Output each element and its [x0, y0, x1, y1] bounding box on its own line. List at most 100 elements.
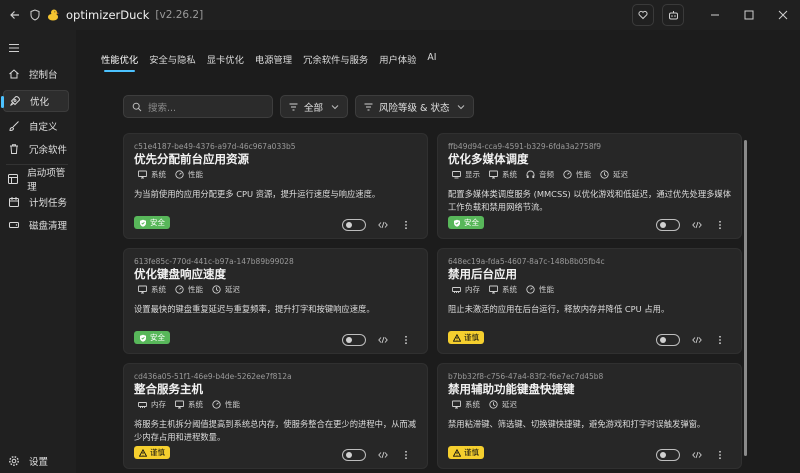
duck-logo-icon: [44, 4, 62, 26]
tab-user-experience[interactable]: 用户体验: [379, 52, 416, 72]
clock-icon: [212, 285, 221, 294]
sidebar-item-optimize[interactable]: 优化: [1, 90, 69, 112]
close-button[interactable]: [766, 0, 800, 30]
card-id: ffb49d94-cca9-4591-b329-6fda3a2758f9: [448, 142, 602, 151]
sidebar-item-scheduled-tasks[interactable]: 计划任务: [3, 191, 69, 213]
card-id: b7bb32f8-c756-47a4-83f2-f6e7ec7d45b8: [448, 372, 604, 381]
search-input[interactable]: 搜索...: [123, 95, 273, 118]
view-code-button[interactable]: [376, 219, 390, 231]
enable-toggle[interactable]: [342, 449, 366, 461]
chevron-down-icon: [457, 104, 465, 110]
enable-toggle[interactable]: [342, 334, 366, 346]
sidebar-item-label: 自定义: [29, 122, 58, 133]
tag: 性能: [212, 399, 240, 410]
card-title: 优化多媒体调度: [448, 152, 529, 166]
enable-toggle[interactable]: [342, 219, 366, 231]
minimize-button[interactable]: [698, 0, 732, 30]
back-button[interactable]: [4, 4, 26, 26]
view-code-button[interactable]: [376, 334, 390, 346]
app-title: optimizerDuck: [66, 8, 150, 22]
code-icon: [692, 451, 702, 459]
tab-performance[interactable]: 性能优化: [101, 52, 138, 72]
more-options-button[interactable]: [399, 219, 413, 231]
filter-icon: [364, 103, 373, 111]
card-description: 设置最快的键盘重复延迟与重复频率，提升打字和按键响应速度。: [134, 304, 375, 314]
favorite-button[interactable]: [632, 4, 654, 26]
display-icon: [452, 170, 461, 179]
risk-status-dropdown[interactable]: 风险等级 & 状态: [355, 95, 475, 118]
gauge-icon: [212, 400, 221, 409]
code-icon: [692, 221, 702, 229]
risk-badge-label: 安全: [150, 333, 165, 342]
tag-label: 性能: [188, 170, 203, 179]
view-code-button[interactable]: [690, 219, 704, 231]
sidebar-item-dashboard[interactable]: 控制台: [3, 63, 69, 85]
card-tags: 内存 系统 性能: [138, 399, 249, 410]
tag: 性能: [175, 169, 203, 180]
view-code-button[interactable]: [376, 449, 390, 461]
view-code-button[interactable]: [690, 334, 704, 346]
sidebar-item-bloatware[interactable]: 冗余软件: [3, 138, 69, 160]
maximize-button[interactable]: [732, 0, 766, 30]
more-options-button[interactable]: [399, 449, 413, 461]
card-title: 优化键盘响应速度: [134, 267, 226, 281]
tag: 内存: [138, 399, 166, 410]
tag: 显示: [452, 169, 480, 180]
tab-bloatware-services[interactable]: 冗余软件与服务: [303, 52, 368, 72]
headphones-icon: [526, 170, 535, 179]
monitor-icon: [138, 285, 147, 294]
home-icon: [7, 67, 21, 81]
view-code-button[interactable]: [690, 449, 704, 461]
more-options-button[interactable]: [713, 219, 727, 231]
sidebar-item-startup[interactable]: 启动项管理: [3, 168, 69, 193]
category-filter-dropdown[interactable]: 全部: [280, 95, 349, 118]
tag: 系统: [489, 284, 517, 295]
search-icon: [132, 102, 142, 112]
sidebar-item-disk-cleanup[interactable]: 磁盘清理: [3, 214, 69, 236]
memory-icon: [138, 400, 147, 409]
tag-label: 音频: [539, 170, 554, 179]
enable-toggle[interactable]: [656, 219, 680, 231]
bot-button[interactable]: [662, 4, 684, 26]
tab-security-privacy[interactable]: 安全与隐私: [149, 52, 196, 72]
risk-badge: 安全: [134, 216, 170, 229]
tag: 性能: [526, 284, 554, 295]
more-vertical-icon: [405, 450, 407, 460]
tab-power[interactable]: 电源管理: [255, 52, 292, 72]
memory-icon: [452, 285, 461, 294]
more-options-button[interactable]: [713, 449, 727, 461]
risk-badge-label: 安全: [150, 218, 165, 227]
more-vertical-icon: [405, 220, 407, 230]
risk-badge-label: 安全: [464, 218, 479, 227]
more-options-button[interactable]: [399, 334, 413, 346]
sidebar-item-label: 设置: [29, 457, 49, 468]
warning-icon: [453, 333, 461, 342]
enable-toggle[interactable]: [656, 449, 680, 461]
tag: 系统: [138, 169, 166, 180]
risk-badge: 安全: [448, 216, 484, 229]
tab-gpu[interactable]: 显卡优化: [207, 52, 244, 72]
card-description: 配置多媒体类调度服务 (MMCSS) 以优化游戏和低延迟，通过优先处理多媒体工作…: [448, 189, 732, 212]
tab-ai[interactable]: AI: [427, 52, 436, 72]
monitor-icon: [138, 170, 147, 179]
tag-label: 性能: [188, 285, 203, 294]
more-options-button[interactable]: [713, 334, 727, 346]
tag: 音频: [526, 169, 554, 180]
sidebar-item-label: 计划任务: [29, 198, 68, 209]
search-placeholder: 搜索...: [148, 102, 177, 114]
tag-label: 显示: [465, 170, 480, 179]
gauge-icon: [175, 285, 184, 294]
tag: 系统: [452, 399, 480, 410]
enable-toggle[interactable]: [656, 334, 680, 346]
hamburger-menu-button[interactable]: [8, 38, 24, 53]
tag: 性能: [175, 284, 203, 295]
card-tags: 内存 系统 性能: [452, 284, 563, 295]
sidebar-item-label: 启动项管理: [27, 168, 66, 193]
optimization-card: b7bb32f8-c756-47a4-83f2-f6e7ec7d45b8 禁用辅…: [437, 363, 742, 469]
category-tabs: 性能优化 安全与隐私 显卡优化 电源管理 冗余软件与服务 用户体验 AI: [101, 52, 448, 72]
sidebar-item-customize[interactable]: 自定义: [3, 115, 69, 137]
scrollbar[interactable]: [744, 140, 747, 456]
sidebar-item-label: 磁盘清理: [29, 221, 68, 232]
sidebar-item-settings[interactable]: 设置: [3, 450, 69, 472]
tag: 延迟: [600, 169, 628, 180]
